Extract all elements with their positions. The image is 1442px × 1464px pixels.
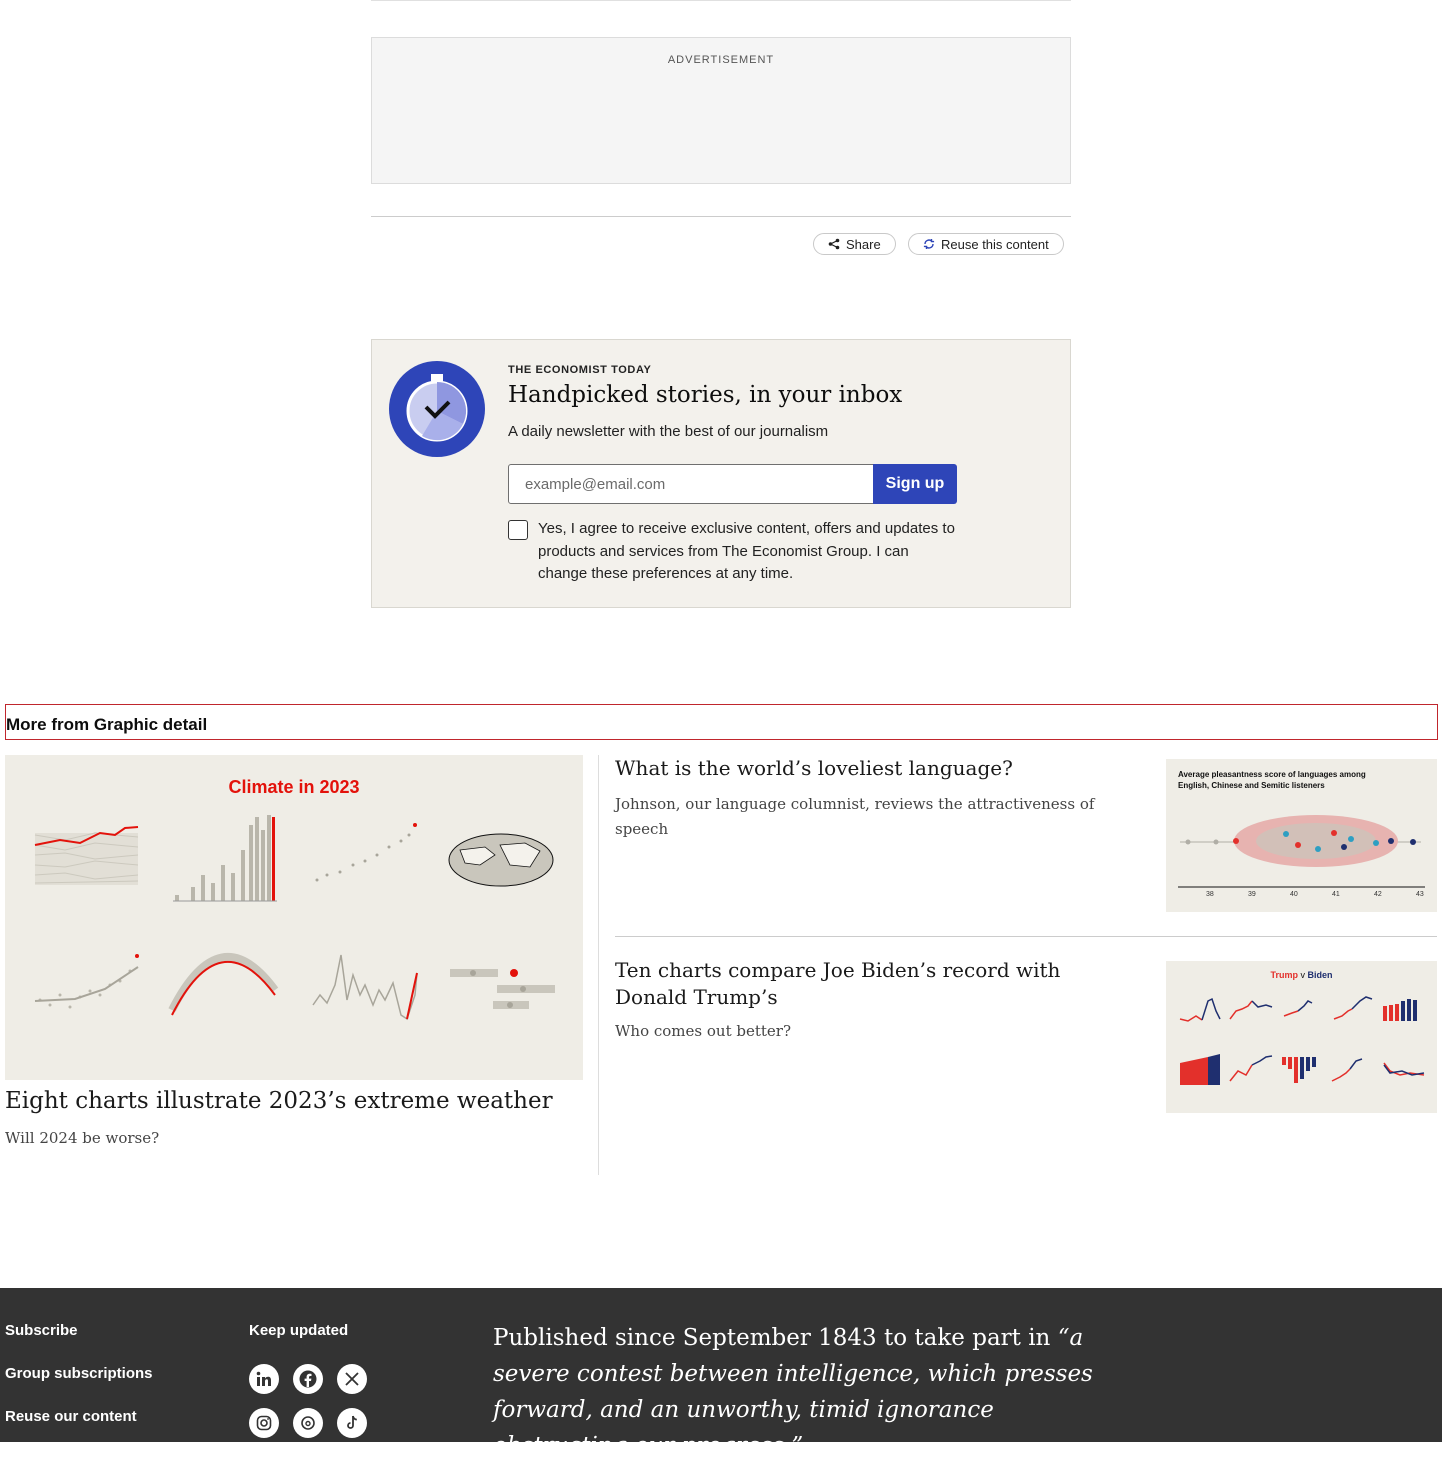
threads-icon[interactable] <box>293 1408 323 1438</box>
advertisement-slot: ADVERTISEMENT <box>371 37 1071 184</box>
newsletter-signup: THE ECONOMIST TODAY Handpicked stories, … <box>371 339 1071 608</box>
consent-checkbox[interactable] <box>508 520 528 540</box>
tiktok-icon[interactable] <box>337 1408 367 1438</box>
x-icon[interactable] <box>337 1364 367 1394</box>
article-subtitle: Will 2024 be worse? <box>5 1129 160 1147</box>
site-footer: Subscribe Group subscriptions Reuse our … <box>0 1288 1442 1459</box>
footer-mission-quote: Published since September 1843 to take p… <box>493 1320 1133 1464</box>
newsletter-description: A daily newsletter with the best of our … <box>508 423 829 440</box>
footer-link-subscribe[interactable]: Subscribe <box>5 1322 78 1339</box>
footer-link-group-subscriptions[interactable]: Group subscriptions <box>5 1365 153 1382</box>
reuse-label: Reuse this content <box>941 236 1049 252</box>
article-divider <box>615 936 1437 937</box>
quote-intro: Published since September 1843 to take p… <box>493 1325 1051 1351</box>
axis-tick: 43 <box>1416 891 1424 898</box>
keep-updated-heading: Keep updated <box>249 1322 349 1339</box>
facebook-icon[interactable] <box>293 1364 323 1394</box>
article-image-trump-biden[interactable]: Trump v Biden <box>1166 961 1437 1113</box>
article-title[interactable]: What is the world’s loveliest language? <box>615 755 1135 782</box>
share-button[interactable]: Share <box>813 233 896 255</box>
top-divider <box>371 0 1071 1</box>
axis-tick: 42 <box>1374 891 1382 898</box>
share-label: Share <box>846 236 881 252</box>
advertisement-label: ADVERTISEMENT <box>667 54 775 66</box>
article-image-language[interactable]: Average pleasantness score of languages … <box>1166 759 1437 912</box>
article-end-divider <box>371 216 1071 217</box>
share-icon <box>828 238 840 250</box>
climate-thumbnail-graphic <box>34 815 555 1021</box>
axis-tick: 41 <box>1332 891 1340 898</box>
beeswarm-thumbnail-graphic <box>1178 815 1425 888</box>
column-divider <box>598 755 599 1175</box>
email-field[interactable] <box>508 464 874 504</box>
article-image-climate[interactable]: Climate in 2023 <box>5 755 583 1080</box>
axis-tick: 40 <box>1290 891 1298 898</box>
footer-link-reuse-content[interactable]: Reuse our content <box>5 1408 137 1425</box>
instagram-icon[interactable] <box>249 1408 279 1438</box>
article-subtitle: Who comes out better? <box>615 1022 791 1040</box>
reuse-content-button[interactable]: Reuse this content <box>908 233 1064 255</box>
sign-up-button[interactable]: Sign up <box>873 464 957 504</box>
newsletter-eyebrow: THE ECONOMIST TODAY <box>508 364 652 376</box>
refresh-icon <box>923 239 935 249</box>
axis-tick: 38 <box>1206 891 1214 898</box>
article-title[interactable]: Eight charts illustrate 2023’s extreme w… <box>5 1088 553 1114</box>
article-title[interactable]: Ten charts compare Joe Biden’s record wi… <box>615 957 1135 1011</box>
article-subtitle: Johnson, our language columnist, reviews… <box>615 795 1095 838</box>
stopwatch-icon <box>389 361 485 457</box>
linkedin-icon[interactable] <box>249 1364 279 1394</box>
section-title[interactable]: More from Graphic detail <box>6 715 207 735</box>
image-axis-ticks: 38 39 40 41 42 43 <box>1206 891 1436 901</box>
comparison-thumbnail-graphic <box>1179 996 1425 1085</box>
consent-text: Yes, I agree to receive exclusive conten… <box>538 520 955 582</box>
section-header: More from Graphic detail <box>5 704 1438 740</box>
axis-tick: 39 <box>1248 891 1256 898</box>
newsletter-title: Handpicked stories, in your inbox <box>508 382 903 408</box>
